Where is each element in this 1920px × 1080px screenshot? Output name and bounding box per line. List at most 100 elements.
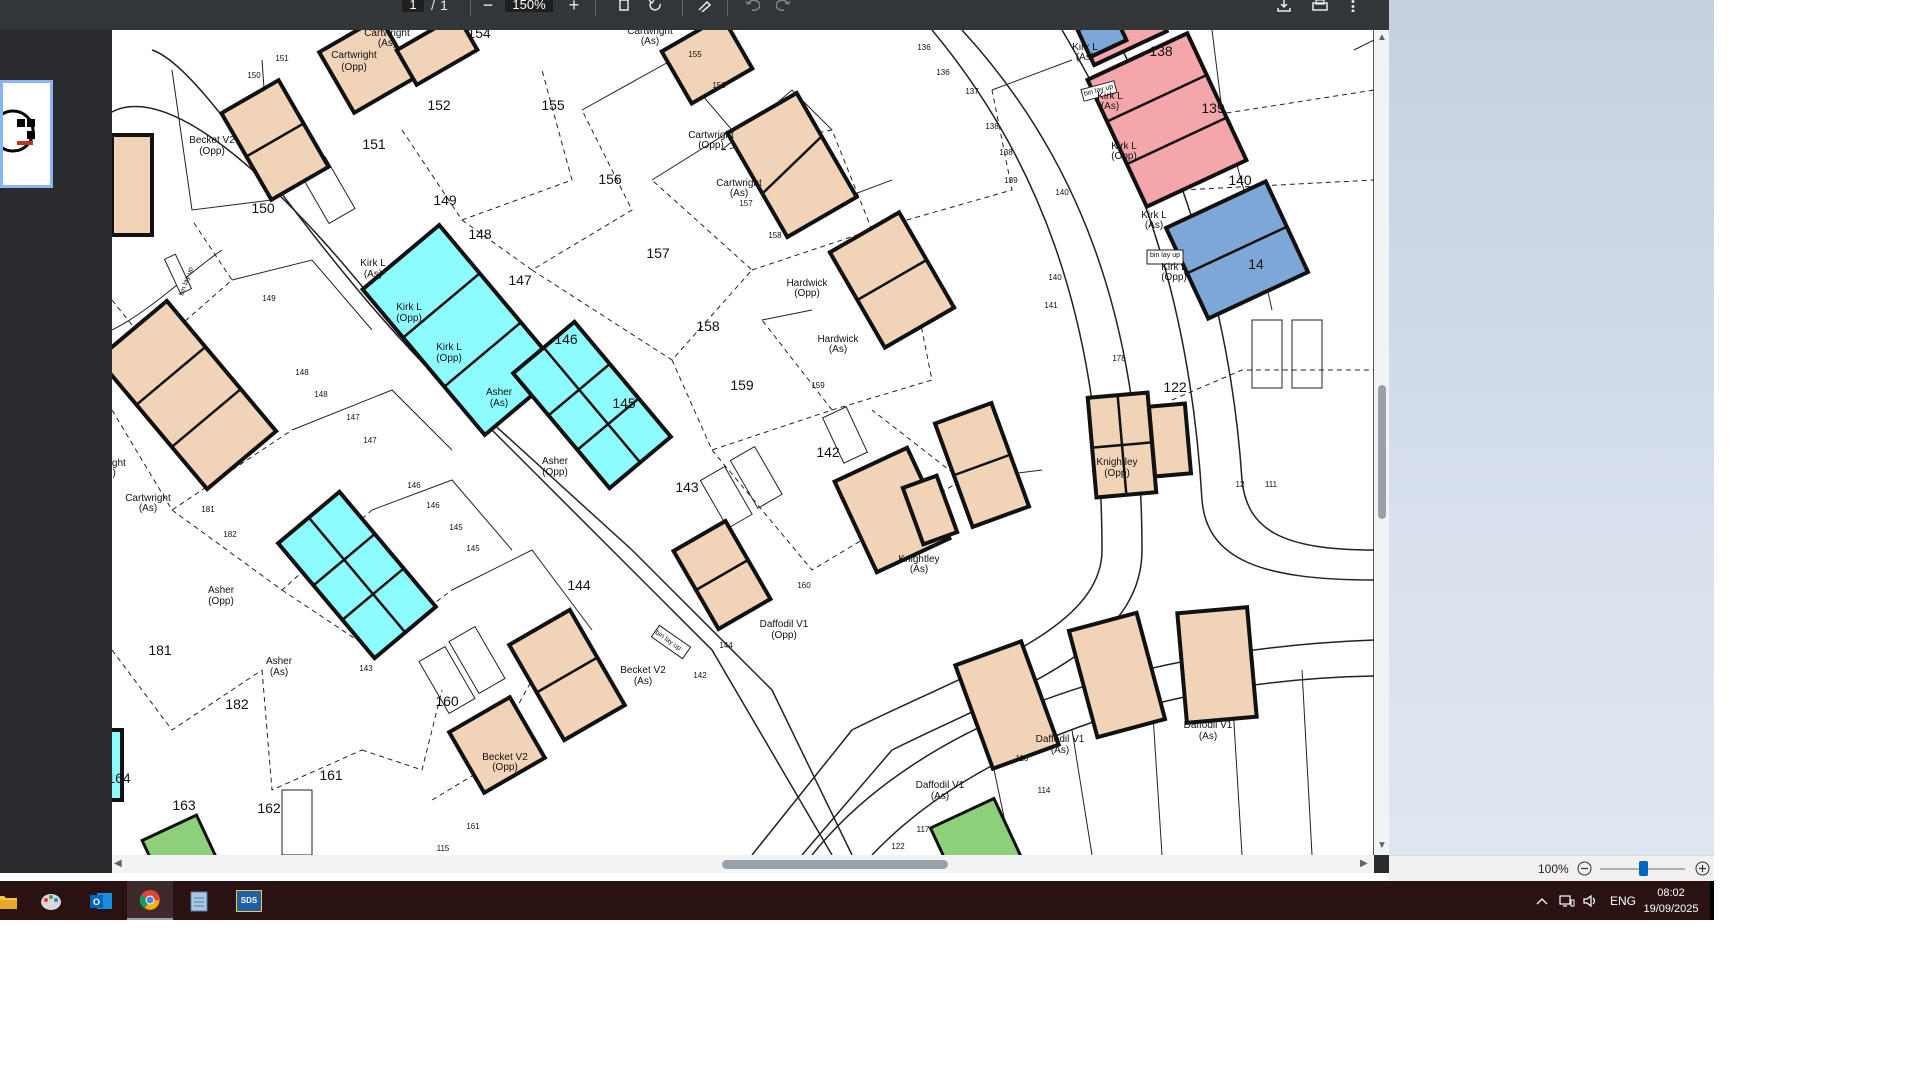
parking-number: 138 xyxy=(999,148,1013,157)
clock-time: 08:02 xyxy=(1657,887,1685,899)
page-thumbnail[interactable] xyxy=(0,80,53,188)
zoom-out-circle-icon[interactable] xyxy=(1577,861,1592,881)
scroll-right-arrow-icon[interactable]: ▶ xyxy=(1360,858,1368,869)
parking-number: 158 xyxy=(768,231,782,240)
house-handing: (Opp) xyxy=(771,630,797,641)
paint-icon[interactable] xyxy=(28,881,74,920)
plot-number: 138 xyxy=(1149,43,1173,59)
plot-number: 155 xyxy=(541,97,565,113)
house-type-name: Kirk L xyxy=(396,302,422,313)
zoom-out-button[interactable]: − xyxy=(480,0,496,30)
plot-number: 162 xyxy=(257,800,281,816)
parking-number: 181 xyxy=(201,505,215,514)
plot-number: 163 xyxy=(172,797,196,813)
print-icon[interactable] xyxy=(1311,0,1329,30)
plot-number: 156 xyxy=(598,171,622,187)
rotate-icon[interactable] xyxy=(648,0,664,30)
house-type-name: Knightley xyxy=(1096,457,1137,468)
page-separator: / xyxy=(431,0,435,13)
chrome-icon[interactable] xyxy=(127,881,173,920)
horizontal-scroll-thumb[interactable] xyxy=(722,860,948,869)
plot-number: 149 xyxy=(433,192,457,208)
plot-number: 142 xyxy=(816,444,840,460)
bin-lay-up-label: bin lay up xyxy=(1150,252,1180,259)
page-number-input[interactable]: 1 xyxy=(402,0,424,30)
parking-number: 139 xyxy=(1004,176,1018,185)
svg-text:O: O xyxy=(93,897,100,907)
plot-number: 164 xyxy=(112,770,131,786)
tray-chevron-icon[interactable] xyxy=(1536,881,1548,920)
language-indicator[interactable]: ENG xyxy=(1610,881,1636,920)
house-type-name: Asher xyxy=(208,585,235,596)
house-type-name: Daffodil V1 xyxy=(1184,720,1233,731)
plot-number: 161 xyxy=(319,767,343,783)
parking-number: 161 xyxy=(466,822,480,831)
house-handing: (Opp) xyxy=(341,62,367,73)
parking-number: 148 xyxy=(295,368,309,377)
scroll-up-arrow-icon[interactable]: ▲ xyxy=(1377,32,1387,43)
sds-icon[interactable]: SDS xyxy=(226,881,272,920)
vertical-scrollbar[interactable]: ▲ ▼ xyxy=(1374,30,1389,855)
zoom-slider-thumb[interactable] xyxy=(1638,861,1648,876)
zoom-in-button[interactable]: + xyxy=(566,0,582,30)
zoom-percent: 100% xyxy=(1538,862,1569,876)
horizontal-scrollbar[interactable]: ◀ ▶ xyxy=(112,855,1374,873)
parking-number: 145 xyxy=(466,544,480,553)
parking-number: 148 xyxy=(314,390,328,399)
pdf-page-viewport[interactable]: 154 155 152 151 150 149 148 147 146 145 143 144 156 1… xyxy=(112,30,1374,855)
notepad-icon[interactable] xyxy=(176,881,222,920)
house-handing: (As) xyxy=(829,344,847,355)
house-type-label: Kirk L(Opp) xyxy=(1161,262,1187,283)
scroll-left-arrow-icon[interactable]: ◀ xyxy=(114,858,122,869)
undo-icon[interactable] xyxy=(744,0,760,30)
windows-taskbar: O SDS ENG 08:02 19/09/2025 xyxy=(0,881,1714,920)
scroll-down-arrow-icon[interactable]: ▼ xyxy=(1377,840,1387,851)
pdf-toolbar: 1 / 1 − 150% + xyxy=(0,0,1389,30)
plot-number: 145 xyxy=(612,395,636,411)
annotate-icon[interactable] xyxy=(697,0,713,30)
zoom-input[interactable]: 150% xyxy=(505,0,553,12)
parking-number: 159 xyxy=(811,381,825,390)
more-vert-icon[interactable] xyxy=(1347,0,1359,30)
zoom-in-circle-icon[interactable] xyxy=(1695,861,1710,881)
house-handing: (As) xyxy=(139,503,157,514)
file-explorer-icon[interactable] xyxy=(0,881,30,920)
plot-number: 152 xyxy=(427,97,451,113)
sds-label: SDS xyxy=(236,889,262,912)
house-handing: (Opp) xyxy=(1161,272,1187,283)
parking-number: 157 xyxy=(739,199,753,208)
network-icon[interactable] xyxy=(1559,881,1575,920)
outlook-icon[interactable]: O xyxy=(78,881,124,920)
parking-number: 117 xyxy=(917,825,930,834)
parking-number: 115 xyxy=(437,844,450,853)
house-handing: (Opp) xyxy=(112,468,116,479)
toolbar-divider xyxy=(595,0,596,16)
parking-number: 111 xyxy=(1265,480,1278,489)
volume-icon[interactable] xyxy=(1583,881,1599,920)
download-icon[interactable] xyxy=(1275,0,1293,30)
house-handing: (As) xyxy=(931,791,949,802)
zoom-status-bar: 100% xyxy=(1389,855,1714,882)
parking-number: 145 xyxy=(449,523,463,532)
house-type-label: Asher(Opp) xyxy=(542,456,569,478)
parking-number: 156 xyxy=(712,81,726,90)
show-desktop-button[interactable] xyxy=(1710,881,1714,920)
page-current[interactable]: 1 xyxy=(402,0,424,12)
clock[interactable]: 08:02 19/09/2025 xyxy=(1636,885,1706,917)
plot-number: 182 xyxy=(225,696,249,712)
redo-icon[interactable] xyxy=(776,0,792,30)
parking-number: 182 xyxy=(223,530,237,539)
parking-number: 141 xyxy=(1044,301,1058,310)
house-type-name: Cartwright xyxy=(331,50,377,61)
fit-page-icon[interactable] xyxy=(616,0,632,30)
house-handing: (Opp) xyxy=(199,146,225,157)
house-type-name: Asher xyxy=(542,456,569,467)
house-handing: (Opp) xyxy=(794,288,820,299)
parking-number: 149 xyxy=(262,294,276,303)
parking-number: 116 xyxy=(1016,754,1029,763)
plot-number: 150 xyxy=(251,200,275,216)
house-handing: (As) xyxy=(490,398,508,409)
toolbar-divider xyxy=(470,0,471,16)
pdf-viewer-window: 1 / 1 − 150% + 154 155 152 151 150 149 1… xyxy=(0,0,1389,873)
vertical-scroll-thumb[interactable] xyxy=(1378,385,1386,519)
